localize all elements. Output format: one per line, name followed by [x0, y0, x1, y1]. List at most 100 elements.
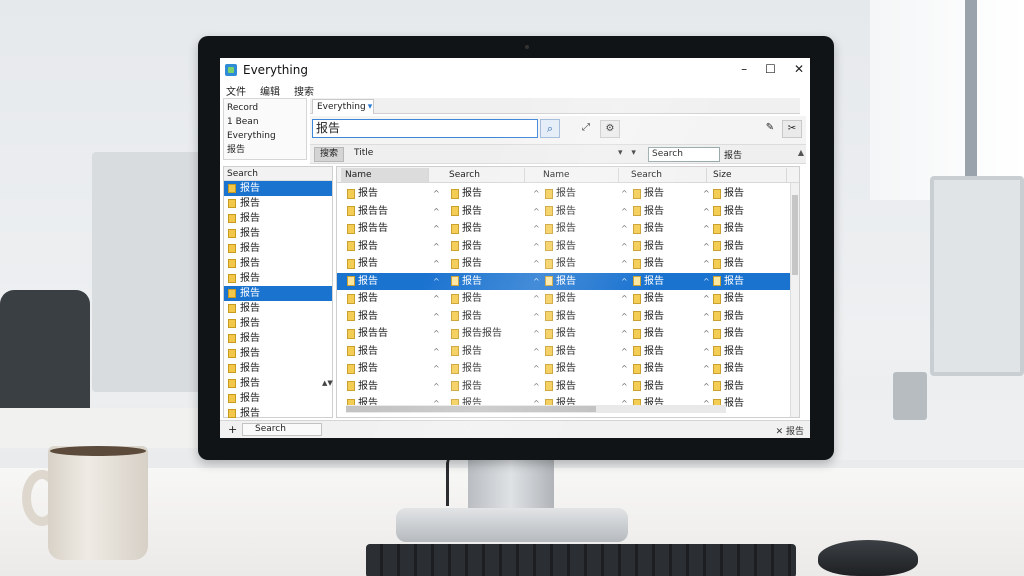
- menu-bar: 文件 编辑 搜索: [220, 82, 810, 98]
- table-row[interactable]: 报告 报告 报告 报告 报告 ^ ^ ^ ^: [337, 255, 799, 272]
- table-cell: 报告: [347, 360, 427, 377]
- recent-item[interactable]: Record: [227, 101, 303, 115]
- folder-list-item[interactable]: 报告: [224, 181, 332, 196]
- filter-select[interactable]: Search: [648, 147, 720, 162]
- file-icon: [633, 206, 641, 216]
- file-icon: [633, 346, 641, 356]
- add-icon[interactable]: +: [228, 423, 237, 436]
- file-icon: [713, 381, 721, 391]
- keyboard: [366, 544, 796, 576]
- file-icon: [713, 258, 721, 269]
- folder-list-header[interactable]: Search: [224, 167, 332, 181]
- recent-item[interactable]: Everything: [227, 129, 303, 143]
- cell-text: 报告: [644, 275, 664, 287]
- sort-marker-icon: ^: [621, 224, 628, 233]
- tool-button-settings[interactable]: ⚙: [600, 120, 620, 138]
- close-button[interactable]: ✕: [794, 62, 804, 76]
- sort-marker-icon: ^: [703, 276, 710, 286]
- table-cell: 报告: [633, 325, 713, 342]
- file-icon: [451, 258, 459, 269]
- cell-text: 报告: [462, 258, 482, 269]
- table-cell: 报告: [347, 290, 427, 307]
- table-cell: 报告: [713, 220, 793, 237]
- folder-list-item-label: 报告: [240, 243, 260, 254]
- table-cell: 报告: [713, 308, 793, 325]
- table-row[interactable]: 报告 报告 报告 报告 报告 ^ ^ ^ ^: [337, 360, 799, 377]
- search-input[interactable]: 报告: [312, 119, 538, 138]
- tab-everything[interactable]: Everything ▾: [312, 99, 374, 114]
- file-icon: [347, 328, 355, 339]
- cell-text: 报告告: [358, 223, 388, 234]
- cell-text: 报告: [724, 363, 744, 374]
- recent-item[interactable]: 1 Bean: [227, 115, 303, 129]
- results-vertical-scrollbar[interactable]: [790, 183, 799, 417]
- column-header-size[interactable]: Size: [709, 168, 787, 182]
- folder-list-item[interactable]: 报告: [224, 196, 332, 211]
- file-icon: [633, 258, 641, 269]
- folder-icon: [228, 364, 236, 373]
- table-row[interactable]: 报告告 报告 报告 报告 报告 ^ ^ ^ ^: [337, 220, 799, 237]
- filter-collapse-icon[interactable]: ▲: [798, 148, 804, 157]
- horizontal-scroll-thumb[interactable]: [346, 406, 596, 412]
- table-row[interactable]: 报告 报告 报告 报告 报告 ^ ^ ^ ^: [337, 308, 799, 325]
- table-row[interactable]: 报告 报告 报告 报告 报告 ^ ^ ^ ^: [337, 185, 799, 202]
- folder-list-item[interactable]: 报告: [224, 226, 332, 241]
- folder-list-item[interactable]: 报告: [224, 286, 332, 301]
- folder-list-item[interactable]: 报告: [224, 361, 332, 376]
- menu-edit[interactable]: 编辑: [260, 83, 280, 98]
- folder-list-item[interactable]: 报告: [224, 346, 332, 361]
- folder-list: Search 报告 报告 报告 报告 报告 报告 报告 报告 报告 报告 报告 报告 报告 报告 报告 报告 …: [223, 166, 333, 421]
- folder-list-item[interactable]: 报告: [224, 376, 332, 391]
- folder-list-item[interactable]: 报告: [224, 241, 332, 256]
- column-header-name-2[interactable]: Name: [539, 168, 619, 182]
- tab-dropdown-icon[interactable]: ▾: [368, 102, 373, 112]
- filter-search-button[interactable]: 搜索: [314, 147, 344, 162]
- folder-list-item[interactable]: 报告: [224, 301, 332, 316]
- table-row[interactable]: 报告告 报告报告 报告 报告 报告 ^ ^ ^ ^: [337, 325, 799, 342]
- table-cell: 报告: [347, 308, 427, 325]
- status-search-field[interactable]: Search: [242, 423, 322, 436]
- sort-marker-icon: ^: [621, 259, 628, 268]
- table-row[interactable]: 报告 报告 报告 报告 报告 ^ ^ ^ ^: [337, 272, 799, 290]
- sort-marker-icon: ^: [533, 311, 540, 321]
- filter-dropdown-icons[interactable]: ▾ ▾: [618, 148, 639, 158]
- maximize-button[interactable]: ☐: [765, 62, 776, 76]
- table-row[interactable]: 报告 报告 报告 报告 报告 ^ ^ ^ ^: [337, 378, 799, 395]
- table-cell: 报告: [713, 203, 793, 220]
- column-header-search-2[interactable]: Search: [627, 168, 707, 182]
- recent-item[interactable]: 报告: [227, 143, 303, 157]
- table-row[interactable]: 报告 报告 报告 报告 报告 ^ ^ ^ ^: [337, 343, 799, 360]
- folder-list-item[interactable]: 报告: [224, 256, 332, 271]
- folder-list-item-label: 报告: [240, 303, 260, 314]
- file-icon: [451, 328, 459, 339]
- expand-icon[interactable]: ⤢: [576, 120, 596, 138]
- file-icon: [347, 188, 355, 199]
- cell-text: 报告: [644, 223, 664, 234]
- edit-icon[interactable]: ✎: [760, 120, 780, 138]
- table-row[interactable]: 报告告 报告 报告 报告 报告 ^ ^ ^ ^: [337, 203, 799, 220]
- sort-marker-icon: ^: [621, 311, 628, 321]
- folder-list-item[interactable]: 报告: [224, 316, 332, 331]
- table-cell: 报告: [545, 290, 625, 307]
- column-header-name[interactable]: Name: [341, 168, 429, 182]
- app-window: Everything – ☐ ✕ 文件 编辑 搜索 Record 1 Bean …: [220, 58, 810, 438]
- folder-list-item[interactable]: 报告: [224, 391, 332, 406]
- search-button[interactable]: ⌕: [540, 119, 560, 138]
- table-cell: 报告: [633, 343, 713, 360]
- minimize-button[interactable]: –: [741, 62, 747, 76]
- folder-list-scroll-icons[interactable]: ▲▼: [322, 377, 333, 405]
- folder-list-item[interactable]: 报告: [224, 271, 332, 286]
- folder-list-item[interactable]: 报告: [224, 211, 332, 226]
- results-header: Name Search Name Search Size: [337, 167, 799, 183]
- folder-list-item[interactable]: 报告: [224, 406, 332, 421]
- tool-button-cut[interactable]: ✂: [782, 120, 802, 138]
- folder-list-item[interactable]: 报告: [224, 331, 332, 346]
- results-horizontal-scrollbar[interactable]: [346, 405, 726, 413]
- table-row[interactable]: 报告 报告 报告 报告 报告 ^ ^ ^ ^: [337, 238, 799, 255]
- menu-file[interactable]: 文件: [226, 83, 246, 98]
- menu-search[interactable]: 搜索: [294, 83, 314, 98]
- folder-list-item-label: 报告: [240, 273, 260, 284]
- scroll-thumb[interactable]: [792, 195, 798, 275]
- column-header-search[interactable]: Search: [445, 168, 525, 182]
- table-row[interactable]: 报告 报告 报告 报告 报告 ^ ^ ^ ^: [337, 290, 799, 307]
